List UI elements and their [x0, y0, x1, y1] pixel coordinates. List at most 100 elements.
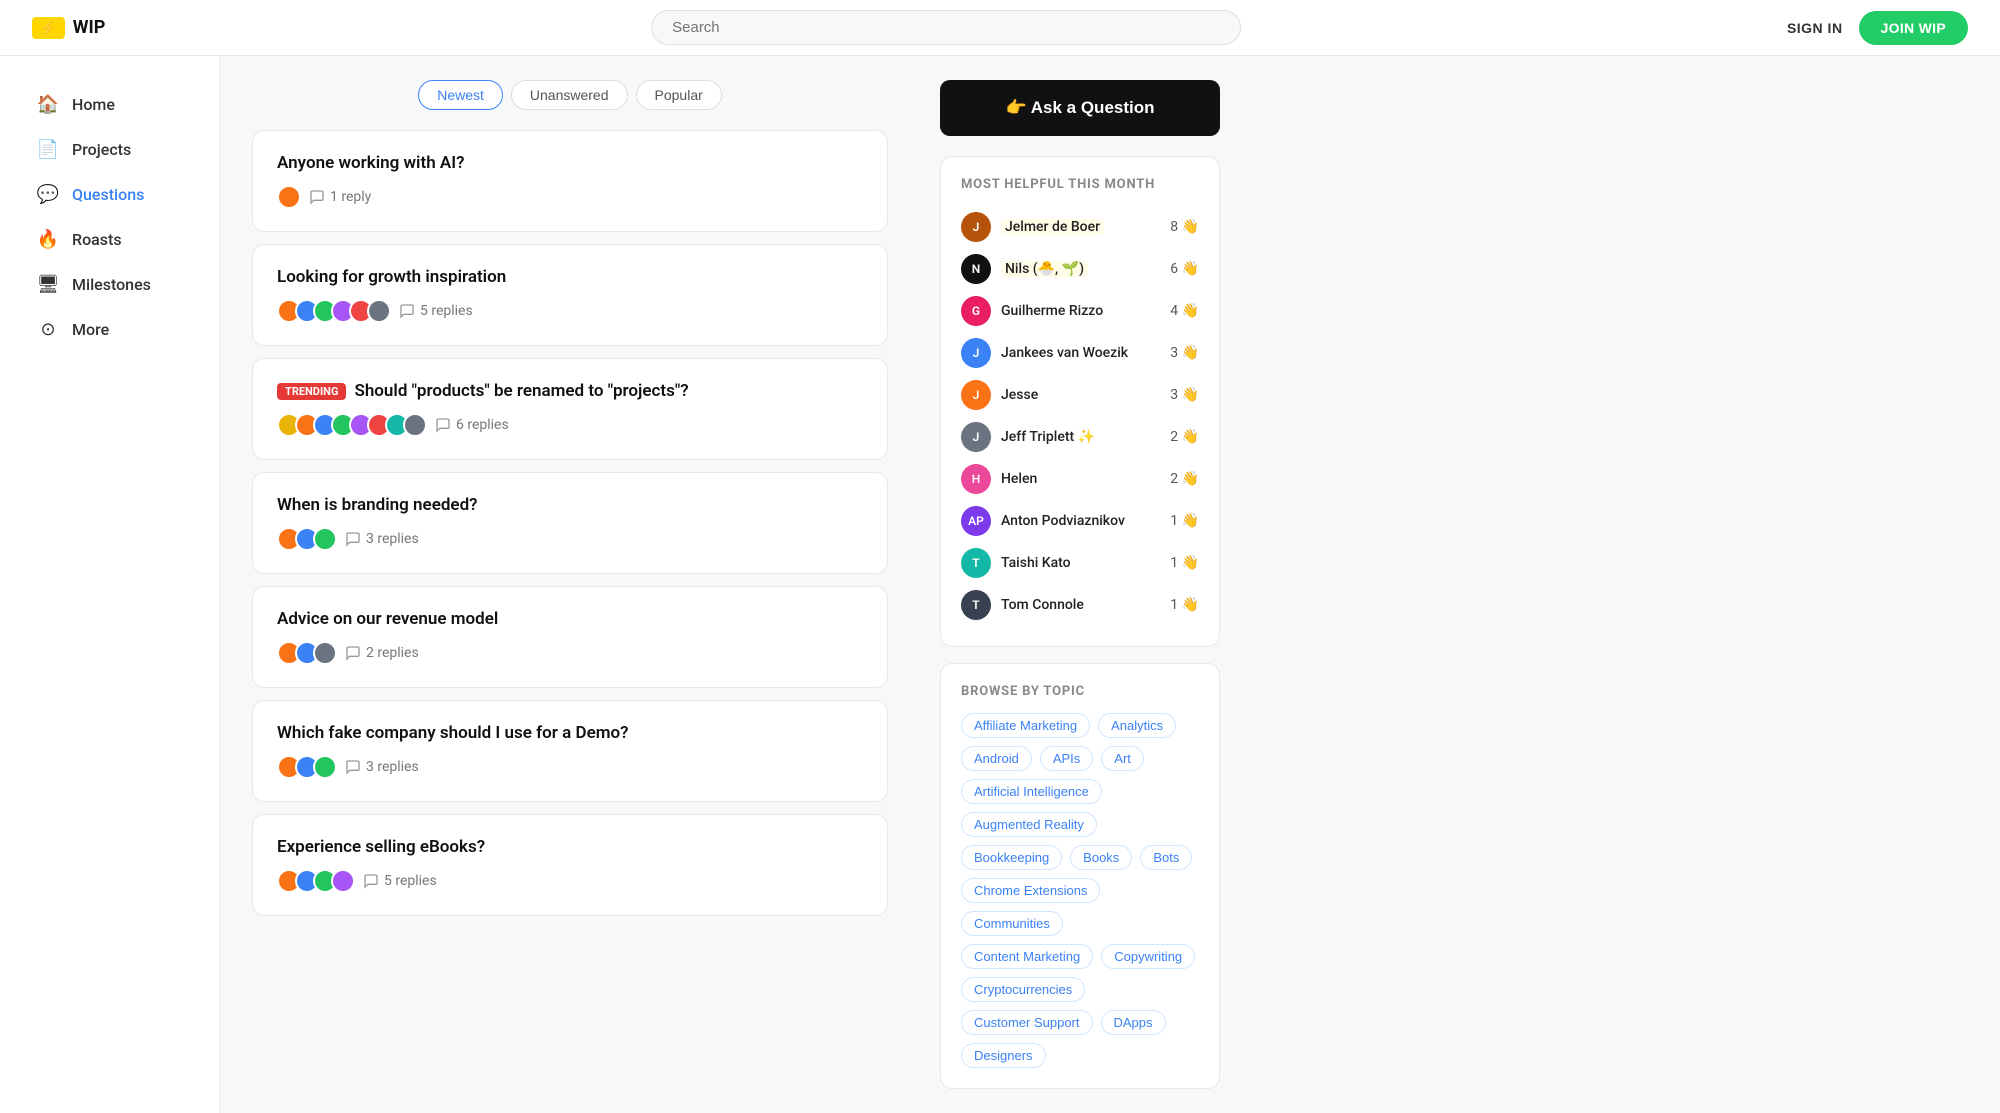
helper-row[interactable]: J Jeff Triplett ✨ 2 👋 — [961, 416, 1199, 458]
helper-avatar: J — [961, 338, 991, 368]
filter-popular[interactable]: Popular — [636, 80, 722, 110]
question-meta: 5 replies — [277, 299, 863, 323]
helper-left: T Tom Connole — [961, 590, 1084, 620]
reply-icon — [345, 759, 361, 775]
replies-count: 1 reply — [309, 189, 371, 205]
roasts-icon: 🔥 — [36, 229, 60, 250]
reply-icon — [435, 417, 451, 433]
logo[interactable]: ⚡ WIP — [32, 17, 105, 39]
sidebar-item-label: Home — [72, 95, 115, 114]
reply-icon — [345, 645, 361, 661]
trending-badge: TRENDING — [277, 383, 346, 400]
question-avatars — [277, 299, 391, 323]
question-title: TRENDING Should "products" be renamed to… — [277, 381, 863, 401]
sign-in-button[interactable]: SIGN IN — [1787, 20, 1843, 36]
avatar — [277, 185, 301, 209]
question-avatars — [277, 755, 337, 779]
helper-row[interactable]: J Jankees van Woezik 3 👋 — [961, 332, 1199, 374]
question-title: Which fake company should I use for a De… — [277, 723, 863, 743]
avatar — [403, 413, 427, 437]
filter-newest[interactable]: Newest — [418, 80, 503, 110]
helper-left: T Taishi Kato — [961, 548, 1071, 578]
join-button[interactable]: JOIN WIP — [1859, 11, 1968, 45]
topic-tag[interactable]: Android — [961, 746, 1032, 771]
avatar — [313, 755, 337, 779]
sidebar-item-roasts[interactable]: 🔥Roasts — [24, 219, 195, 260]
replies-count: 2 replies — [345, 645, 419, 661]
question-card-q5[interactable]: Advice on our revenue model 2 replies — [252, 586, 888, 688]
helper-score: 1 👋 — [1170, 513, 1199, 529]
topic-tag[interactable]: Customer Support — [961, 1010, 1093, 1035]
most-helpful-card: MOST HELPFUL THIS MONTH J Jelmer de Boer… — [940, 156, 1220, 647]
topic-tag[interactable]: Communities — [961, 911, 1063, 936]
sidebar-item-home[interactable]: 🏠Home — [24, 84, 195, 125]
question-card-q3[interactable]: TRENDING Should "products" be renamed to… — [252, 358, 888, 460]
sidebar-item-questions[interactable]: 💬Questions — [24, 174, 195, 215]
sidebar-item-label: More — [72, 320, 109, 339]
helper-row[interactable]: J Jelmer de Boer 8 👋 — [961, 206, 1199, 248]
question-card-q6[interactable]: Which fake company should I use for a De… — [252, 700, 888, 802]
topic-tag[interactable]: APIs — [1040, 746, 1093, 771]
avatar — [313, 527, 337, 551]
question-meta: 3 replies — [277, 755, 863, 779]
topic-tag[interactable]: Cryptocurrencies — [961, 977, 1085, 1002]
helper-score: 3 👋 — [1170, 387, 1199, 403]
sidebar-item-more[interactable]: ⊙More — [24, 309, 195, 350]
topic-tag[interactable]: Chrome Extensions — [961, 878, 1100, 903]
sidebar-item-label: Questions — [72, 185, 144, 204]
question-avatars — [277, 869, 355, 893]
search-input[interactable] — [651, 10, 1241, 45]
topic-tag[interactable]: Artificial Intelligence — [961, 779, 1102, 804]
logo-text: WIP — [73, 17, 106, 38]
question-card-q4[interactable]: When is branding needed? 3 replies — [252, 472, 888, 574]
topic-tag[interactable]: Copywriting — [1101, 944, 1195, 969]
question-meta: 6 replies — [277, 413, 863, 437]
helper-row[interactable]: T Taishi Kato 1 👋 — [961, 542, 1199, 584]
reply-icon — [309, 189, 325, 205]
helper-row[interactable]: G Guilherme Rizzo 4 👋 — [961, 290, 1199, 332]
helper-row[interactable]: H Helen 2 👋 — [961, 458, 1199, 500]
right-sidebar: 👉 Ask a Question MOST HELPFUL THIS MONTH… — [920, 56, 1240, 1113]
sidebar-item-milestones[interactable]: 🖥Milestones — [24, 264, 195, 305]
helper-score: 2 👋 — [1170, 471, 1199, 487]
most-helpful-title: MOST HELPFUL THIS MONTH — [961, 177, 1199, 192]
helper-score: 1 👋 — [1170, 555, 1199, 571]
topic-tag[interactable]: Affiliate Marketing — [961, 713, 1090, 738]
replies-count: 6 replies — [435, 417, 509, 433]
helper-row[interactable]: N Nils (🐣, 🌱) 6 👋 — [961, 248, 1199, 290]
browse-topic-title: BROWSE BY TOPIC — [961, 684, 1199, 699]
question-title: Experience selling eBooks? — [277, 837, 863, 857]
topic-tag[interactable]: Bookkeeping — [961, 845, 1062, 870]
helper-row[interactable]: J Jesse 3 👋 — [961, 374, 1199, 416]
topic-tag[interactable]: Books — [1070, 845, 1132, 870]
sidebar-item-projects[interactable]: 📄 Projects — [24, 129, 195, 170]
helper-left: J Jeff Triplett ✨ — [961, 422, 1095, 452]
sidebar-item-label: Projects — [72, 140, 131, 159]
helper-avatar: J — [961, 380, 991, 410]
topic-tag[interactable]: Art — [1101, 746, 1144, 771]
question-card-q2[interactable]: Looking for growth inspiration 5 replies — [252, 244, 888, 346]
helper-row[interactable]: T Tom Connole 1 👋 — [961, 584, 1199, 626]
question-meta: 5 replies — [277, 869, 863, 893]
reply-icon — [345, 531, 361, 547]
filter-unanswered[interactable]: Unanswered — [511, 80, 628, 110]
question-card-q7[interactable]: Experience selling eBooks? 5 replies — [252, 814, 888, 916]
topic-tag[interactable]: DApps — [1101, 1010, 1166, 1035]
projects-icon: 📄 — [36, 139, 60, 160]
helper-avatar: AP — [961, 506, 991, 536]
question-meta: 2 replies — [277, 641, 863, 665]
helper-left: J Jankees van Woezik — [961, 338, 1128, 368]
topic-tag[interactable]: Augmented Reality — [961, 812, 1097, 837]
topic-tag[interactable]: Analytics — [1098, 713, 1176, 738]
helper-row[interactable]: AP Anton Podviaznikov 1 👋 — [961, 500, 1199, 542]
topic-tag[interactable]: Designers — [961, 1043, 1046, 1068]
ask-question-button[interactable]: 👉 Ask a Question — [940, 80, 1220, 136]
sidebar-item-label: Milestones — [72, 275, 151, 294]
header-actions: SIGN IN JOIN WIP — [1787, 11, 1968, 45]
replies-count: 5 replies — [363, 873, 437, 889]
topic-tag[interactable]: Bots — [1140, 845, 1192, 870]
question-card-q1[interactable]: Anyone working with AI? 1 reply — [252, 130, 888, 232]
helper-left: N Nils (🐣, 🌱) — [961, 254, 1088, 284]
question-avatars — [277, 641, 337, 665]
topic-tag[interactable]: Content Marketing — [961, 944, 1093, 969]
